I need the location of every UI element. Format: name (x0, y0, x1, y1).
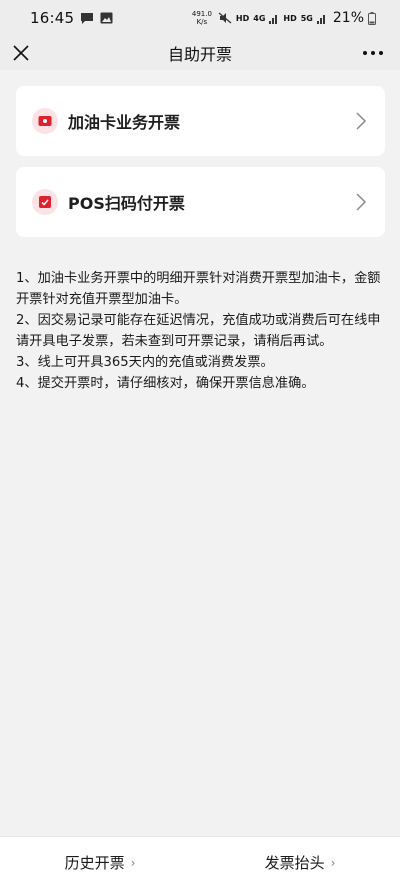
signal-label-1: 4G (253, 13, 266, 23)
signal-label-2: 5G (300, 13, 313, 23)
status-left: 16:45 (30, 9, 113, 27)
note-item: 3、线上可开具365天内的充值或消费发票。 (16, 355, 274, 370)
history-invoice-label: 历史开票 (64, 854, 125, 872)
chevron-right-icon (356, 193, 367, 211)
invoice-notes: 1、加油卡业务开票中的明细开票针对消费开票型加油卡，金额开票针对充值开票型加油卡… (16, 268, 386, 394)
chevron-right-icon: › (330, 855, 336, 870)
note-item: 4、提交开票时，请仔细核对，确保开票信息准确。 (16, 376, 315, 391)
more-icon[interactable] (360, 42, 386, 64)
net-speed-unit: K/s (196, 18, 208, 26)
fuel-card-invoice-label: 加油卡业务开票 (68, 113, 181, 132)
card-icon (32, 108, 58, 134)
chevron-right-icon (356, 112, 367, 130)
signal-icon-1 (269, 14, 278, 24)
pos-scan-invoice-label: POS扫码付开票 (68, 194, 185, 213)
net-speed: 491.0 K/s (192, 10, 212, 26)
nav-bar: 自助开票 (0, 36, 400, 70)
hd-label-2: HD (283, 13, 297, 23)
note-item: 2、因交易记录可能存在延迟情况，充值成功或消费后可在线申请开具电子发票，若未查到… (16, 313, 381, 349)
hd-label-1: HD (235, 13, 250, 23)
status-right: 491.0 K/s HD 4G HD 5G 21% (192, 10, 376, 26)
invoice-header-label: 发票抬头 (264, 854, 325, 872)
message-icon (81, 12, 94, 24)
battery-percent: 21% (332, 10, 364, 26)
image-icon (100, 12, 113, 24)
scan-icon (32, 189, 58, 215)
status-time: 16:45 (30, 9, 75, 27)
note-item: 1、加油卡业务开票中的明细开票针对消费开票型加油卡，金额开票针对充值开票型加油卡… (16, 271, 381, 307)
bottom-bar: 历史开票 › 发票抬头 › (0, 836, 400, 888)
net-speed-value: 491.0 (191, 10, 212, 18)
close-icon[interactable] (10, 42, 32, 64)
invoice-header-link[interactable]: 发票抬头 › (200, 837, 400, 888)
status-bar: 16:45 491.0 K/s HD 4G HD 5G 21% (0, 0, 400, 36)
chevron-right-icon: › (130, 855, 136, 870)
history-invoice-link[interactable]: 历史开票 › (0, 837, 200, 888)
page-title: 自助开票 (167, 45, 232, 64)
fuel-card-invoice-button[interactable]: 加油卡业务开票 (16, 86, 385, 156)
pos-scan-invoice-button[interactable]: POS扫码付开票 (16, 167, 385, 237)
mute-icon (218, 12, 232, 24)
battery-icon (368, 11, 376, 25)
signal-icon-2 (316, 14, 325, 24)
